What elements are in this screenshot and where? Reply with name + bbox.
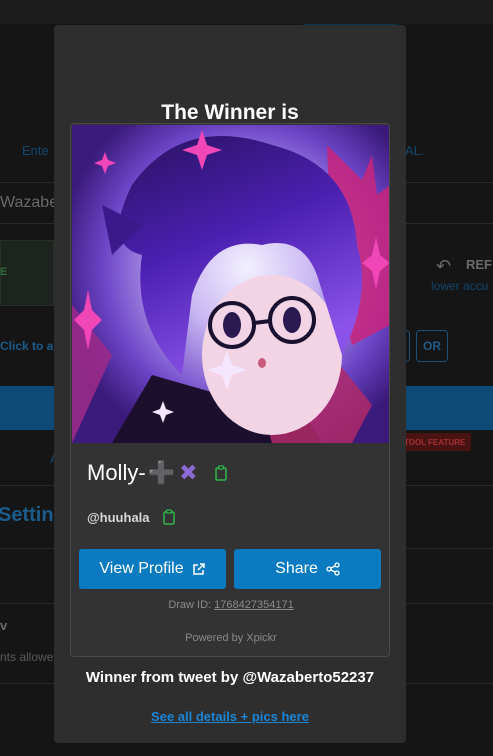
winner-card: Molly- ➕✖ @huuhala View Profile Share Dr…: [70, 123, 390, 657]
copy-icon[interactable]: [162, 509, 176, 525]
tool-feature-badge: TOOL FEATURE: [398, 433, 472, 451]
background-or-button: OR: [416, 330, 448, 362]
background-lower-accounts: lower accu: [431, 279, 489, 293]
background-click-to-add: Click to a: [0, 339, 54, 353]
winner-name: Molly-: [87, 460, 146, 485]
winner-modal: The Winner is Molly- ➕✖ @huuhala View Pr…: [54, 25, 406, 743]
undo-arrow-icon: ↶: [436, 256, 452, 276]
winner-avatar: [72, 125, 389, 443]
background-header: [0, 0, 493, 24]
draw-id-label: Draw ID:: [168, 599, 212, 611]
winner-handle-row: @huuhala: [87, 509, 176, 525]
powered-by: Powered by Xpickr: [185, 632, 277, 644]
background-v-fragment: v: [0, 618, 8, 633]
background-nts-allowed: nts allowe: [0, 650, 54, 664]
winner-name-row: Molly- ➕✖: [87, 460, 228, 486]
view-profile-button[interactable]: View Profile: [79, 549, 226, 589]
draw-id: Draw ID: 1768427354171: [71, 599, 389, 611]
background-green-panel: [0, 240, 54, 306]
winner-from-tweet: Winner from tweet by @Wazaberto52237: [85, 669, 375, 686]
winner-name-emoji: ➕✖: [147, 460, 202, 485]
background-al-text: AL.: [405, 143, 425, 158]
draw-id-link[interactable]: 1768427354171: [214, 599, 294, 611]
see-all-details-link[interactable]: See all details + pics here: [54, 709, 406, 724]
external-link-icon: [192, 563, 205, 575]
background-enter-text: Ente: [22, 143, 49, 158]
modal-title: The Winner is: [161, 101, 299, 124]
background-ref-label: REF: [466, 257, 492, 272]
copy-icon[interactable]: [214, 465, 228, 481]
view-profile-label: View Profile: [99, 560, 184, 577]
background-username-fragment: Wazabe: [0, 194, 59, 211]
share-button[interactable]: Share: [234, 549, 381, 589]
share-label: Share: [275, 560, 318, 577]
background-e-fragment: E: [0, 266, 8, 278]
share-icon: [326, 562, 340, 576]
winner-handle: @huuhala: [87, 509, 150, 525]
